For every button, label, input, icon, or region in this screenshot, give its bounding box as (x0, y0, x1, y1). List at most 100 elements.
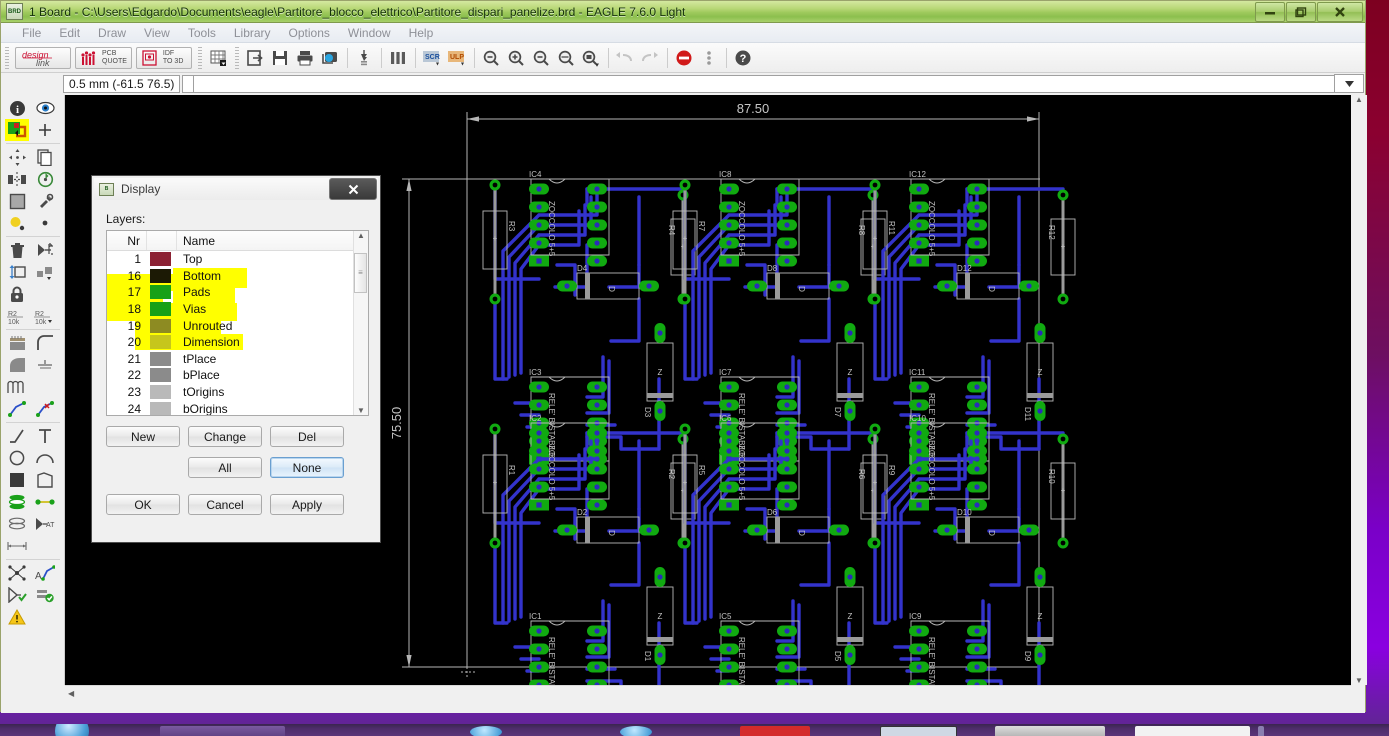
ripup-icon[interactable] (33, 398, 57, 420)
menu-file[interactable]: File (13, 23, 50, 43)
layer-color-swatch[interactable] (147, 351, 177, 366)
cancel-button[interactable]: Cancel (188, 494, 262, 515)
meander-icon[interactable] (5, 376, 29, 398)
taskbar-item[interactable] (880, 726, 957, 736)
horizontal-scrollbar[interactable]: ◀ (65, 685, 1351, 701)
layer-row[interactable]: 24 bOrigins (107, 400, 368, 415)
value-dropdown-icon[interactable]: R2 10k (33, 305, 57, 327)
polygon-icon[interactable] (33, 469, 57, 491)
text-icon[interactable] (33, 425, 57, 447)
layer-row[interactable]: 17 Pads (107, 284, 368, 301)
menu-options[interactable]: Options (280, 23, 339, 43)
copy-icon[interactable] (33, 146, 57, 168)
scroll-left-arrow[interactable]: ◀ (68, 689, 74, 698)
more-icon[interactable] (698, 46, 721, 70)
ulp-icon[interactable]: ULP (446, 46, 469, 70)
zoom-redraw-icon[interactable] (555, 46, 578, 70)
stop-icon[interactable] (673, 46, 696, 70)
grid-icon[interactable] (207, 46, 230, 70)
menu-draw[interactable]: Draw (89, 23, 135, 43)
name-icon[interactable] (5, 261, 29, 283)
layer-color-swatch[interactable] (147, 401, 177, 415)
new-button[interactable]: New (106, 426, 180, 447)
route-icon[interactable] (5, 398, 29, 420)
all-button[interactable]: All (188, 457, 262, 478)
change-icon[interactable] (33, 190, 57, 212)
layer-row[interactable]: 21 tPlace (107, 351, 368, 368)
circle-icon[interactable] (5, 447, 29, 469)
trash-icon[interactable] (5, 239, 29, 261)
none-button[interactable]: None (270, 457, 344, 478)
column-header-color[interactable] (147, 231, 177, 250)
pinswap-icon[interactable] (33, 239, 57, 261)
taskbar-item[interactable] (620, 726, 652, 736)
pcb-quote-button[interactable]: PCB QUOTE (75, 46, 132, 69)
rect-icon[interactable] (5, 469, 29, 491)
zoom-fit-icon[interactable] (480, 46, 503, 70)
miter-icon[interactable] (5, 332, 29, 354)
layer-row[interactable]: 1 Top (107, 251, 368, 268)
lock-icon[interactable] (5, 283, 29, 305)
layers-list[interactable]: Nr Name 1 Top 16 Bottom 17 Pads 18 Vias … (106, 230, 369, 416)
attribute-icon[interactable]: AT (33, 513, 57, 535)
layer-color-swatch[interactable] (147, 302, 177, 317)
maximize-button[interactable] (1286, 2, 1316, 22)
taskbar-item[interactable] (740, 726, 810, 736)
print-icon[interactable] (294, 46, 317, 70)
taskbar-item[interactable] (995, 726, 1105, 736)
taskbar-item[interactable] (1258, 726, 1264, 736)
taskbar-item[interactable] (160, 726, 285, 736)
layer-row[interactable]: 18 Vias (107, 301, 368, 318)
start-orb-icon[interactable] (55, 724, 89, 736)
group-icon[interactable] (5, 190, 29, 212)
undo-icon[interactable] (614, 46, 637, 70)
layer-color-swatch[interactable] (147, 318, 177, 333)
signal-icon[interactable] (33, 491, 57, 513)
apply-button[interactable]: Apply (270, 494, 344, 515)
add-icon[interactable] (33, 119, 57, 141)
drc-icon[interactable] (5, 584, 29, 606)
display-layers-icon[interactable] (5, 119, 29, 141)
layer-setup-icon[interactable] (387, 46, 410, 70)
optimize-icon[interactable] (33, 354, 57, 376)
layer-color-swatch[interactable] (147, 268, 177, 283)
value-icon[interactable]: R2 10k (5, 305, 29, 327)
dimension-icon[interactable] (5, 535, 29, 557)
layer-color-swatch[interactable] (147, 368, 177, 383)
help-icon[interactable]: ? (732, 46, 755, 70)
script-scr-icon[interactable]: SCR (421, 46, 444, 70)
change-button[interactable]: Change (188, 426, 262, 447)
idf-to-3d-button[interactable]: IDF TO 3D (135, 46, 192, 69)
layers-scroll-up-arrow[interactable]: ▲ (357, 231, 365, 240)
delete-small-icon[interactable] (33, 212, 57, 234)
script-icon[interactable] (353, 46, 376, 70)
erc-icon[interactable] (33, 584, 57, 606)
save-icon[interactable] (269, 46, 292, 70)
close-button[interactable] (1317, 2, 1363, 22)
show-icon[interactable] (33, 97, 57, 119)
zoom-in-icon[interactable] (505, 46, 528, 70)
scroll-up-arrow[interactable]: ▲ (1355, 95, 1363, 104)
layer-row[interactable]: 22 bPlace (107, 367, 368, 384)
ok-button[interactable]: OK (106, 494, 180, 515)
autoroute-icon[interactable]: A (33, 562, 57, 584)
layer-row[interactable]: 19 Unrouted (107, 317, 368, 334)
redo-icon[interactable] (639, 46, 662, 70)
layer-color-swatch[interactable] (147, 385, 177, 400)
menu-edit[interactable]: Edit (50, 23, 89, 43)
vertical-scrollbar[interactable]: ▲ ▼ (1351, 95, 1367, 685)
windows-taskbar[interactable] (0, 724, 1389, 736)
warning-icon[interactable] (5, 606, 29, 628)
dialog-close-button[interactable] (329, 178, 377, 200)
toolbar-grip-2[interactable] (197, 46, 202, 69)
wire-icon[interactable] (5, 425, 29, 447)
arc-route-icon[interactable] (33, 332, 57, 354)
open-icon[interactable] (244, 46, 267, 70)
layer-row[interactable]: 23 tOrigins (107, 384, 368, 401)
layer-row[interactable]: 16 Bottom (107, 268, 368, 285)
layer-color-swatch[interactable] (147, 252, 177, 267)
rotate-icon[interactable] (33, 168, 57, 190)
zoom-out-icon[interactable] (530, 46, 553, 70)
taskbar-item[interactable] (1135, 726, 1250, 736)
move-icon[interactable] (5, 146, 29, 168)
